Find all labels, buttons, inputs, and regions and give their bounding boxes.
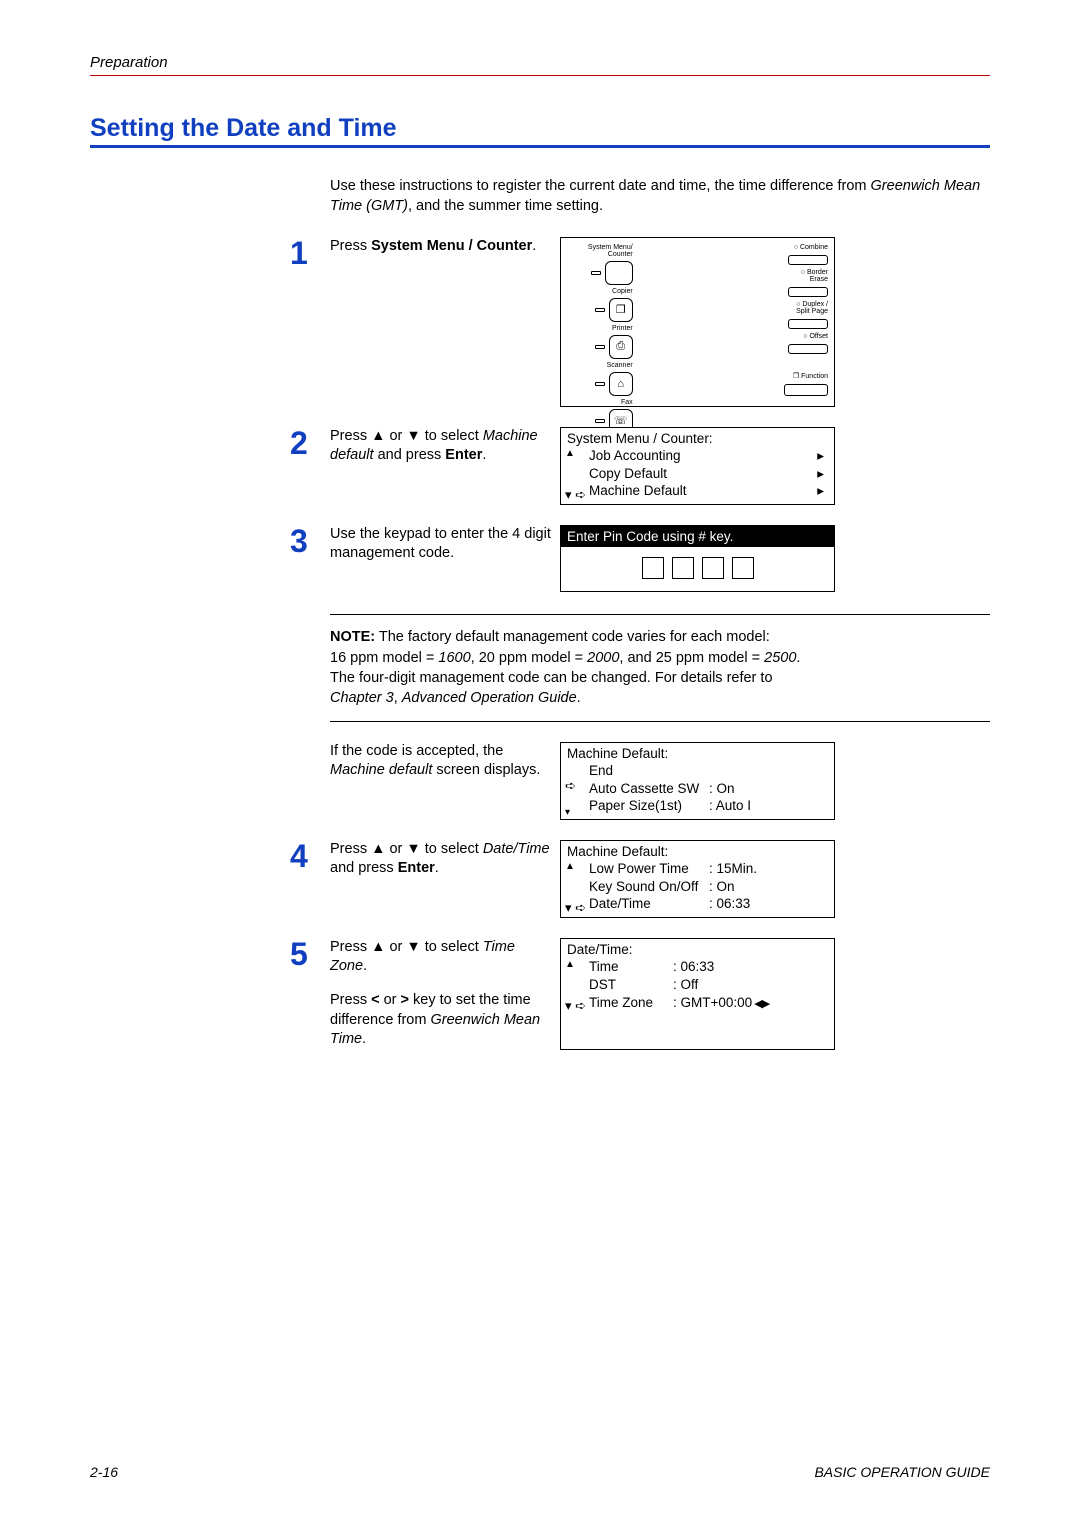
step-number-2: 2: [290, 427, 330, 505]
step-number-4: 4: [290, 840, 330, 918]
scanner-button[interactable]: ⌂: [609, 372, 633, 396]
ctrl-label-duplex: Duplex / Split Page: [796, 301, 828, 315]
menu-item: Low Power Time: [589, 860, 709, 878]
system-menu-button[interactable]: [605, 261, 633, 285]
pin-digit-box: [732, 557, 754, 579]
left-right-arrows-icon: ◀▶: [752, 998, 769, 1010]
step-2-text: Press ▲ or ▼ to select Machine default a…: [330, 427, 560, 505]
pin-digit-box: [642, 557, 664, 579]
down-arrow-icon: ▾: [565, 806, 587, 819]
ctrl-label-scanner: Scanner: [567, 362, 633, 369]
display-title: Machine Default:: [561, 743, 834, 763]
submenu-arrow-icon: ▸: [817, 447, 824, 465]
pin-digit-box: [702, 557, 724, 579]
menu-item: Date/Time: [589, 895, 709, 913]
header-rule: [90, 75, 990, 76]
step-5-text: Press ▲ or ▼ to select Time Zone. Press …: [330, 938, 560, 1050]
submenu-arrow-icon: ▸: [817, 482, 824, 500]
control-panel-illustration: System Menu/ Counter Copier ❐ Printer ⎙ …: [560, 237, 835, 407]
display-machine-default-2: Machine Default: ▲ ▾ ➪ Low Power Time15M…: [560, 840, 835, 918]
note-block: NOTE: The factory default management cod…: [330, 614, 990, 721]
copier-button[interactable]: ❐: [609, 298, 633, 322]
menu-value: Auto I: [709, 797, 751, 815]
up-arrow-icon: ▲: [565, 958, 587, 971]
led-icon: [595, 345, 605, 349]
display-title: Date/Time:: [561, 939, 834, 959]
led-icon: [595, 382, 605, 386]
menu-value: 15Min.: [709, 860, 757, 878]
display-date-time: Date/Time: ▲ ▾ ➪ Time06:33 DSTOff Time Z…: [560, 938, 835, 1050]
ctrl-label-fax: Fax: [567, 399, 633, 406]
ctrl-label-system-menu: System Menu/ Counter: [567, 244, 633, 258]
border-erase-button[interactable]: [788, 287, 828, 297]
display-pin-entry: Enter Pin Code using # key.: [560, 525, 835, 593]
menu-item: End: [589, 762, 613, 780]
menu-value: GMT+00:00 ◀▶: [673, 994, 769, 1012]
menu-value: On: [709, 780, 735, 798]
step-number-5: 5: [290, 938, 330, 1050]
accepted-text: If the code is accepted, the Machine def…: [330, 742, 560, 820]
display-title: Machine Default:: [561, 841, 834, 861]
title-rule: [90, 145, 990, 148]
menu-value: 06:33: [709, 895, 750, 913]
display-system-menu: System Menu / Counter: ▲ ▾ ➪ Job Account…: [560, 427, 835, 505]
menu-item: Paper Size(1st): [589, 797, 709, 815]
step-3-text: Use the keypad to enter the 4 digit mana…: [330, 525, 560, 593]
ctrl-label-function: ❐ Function: [793, 372, 828, 380]
display-title: System Menu / Counter:: [561, 428, 834, 448]
select-arrow-icon: ▾ ➪: [565, 900, 587, 917]
combine-button[interactable]: [788, 255, 828, 265]
select-arrow-icon: ▾ ➪: [565, 998, 587, 1015]
menu-item: DST: [589, 976, 673, 994]
page-title: Setting the Date and Time: [90, 114, 990, 143]
step-number-3: 3: [290, 525, 330, 593]
menu-item: Job Accounting: [589, 447, 681, 465]
menu-value: Off: [673, 976, 698, 994]
ctrl-label-combine: Combine: [794, 244, 828, 251]
select-arrow-icon: ➪: [565, 778, 587, 795]
select-arrow-icon: ▾ ➪: [565, 487, 587, 504]
page-number: 2-16: [90, 1464, 118, 1480]
led-icon: [591, 271, 601, 275]
ctrl-label-printer: Printer: [567, 325, 633, 332]
menu-item: Copy Default: [589, 465, 667, 483]
up-arrow-icon: ▲: [565, 447, 587, 460]
ctrl-label-border: Border Erase: [801, 269, 828, 283]
step-4-text: Press ▲ or ▼ to select Date/Time and pre…: [330, 840, 560, 918]
menu-item: Auto Cassette SW: [589, 780, 709, 798]
led-icon: [595, 419, 605, 423]
step-number-1: 1: [290, 237, 330, 407]
menu-item: Machine Default: [589, 482, 687, 500]
ctrl-label-copier: Copier: [567, 288, 633, 295]
up-arrow-icon: ▲: [565, 860, 587, 873]
function-button[interactable]: [784, 384, 828, 396]
step-1-text: Press System Menu / Counter.: [330, 237, 560, 407]
submenu-arrow-icon: ▸: [817, 465, 824, 483]
menu-item: Time: [589, 958, 673, 976]
menu-item: Time Zone: [589, 994, 673, 1012]
menu-value: 06:33: [673, 958, 714, 976]
page-header-section: Preparation: [90, 54, 990, 71]
offset-button[interactable]: [788, 344, 828, 354]
menu-value: On: [709, 878, 735, 896]
footer-guide-title: BASIC OPERATION GUIDE: [814, 1464, 990, 1480]
duplex-button[interactable]: [788, 319, 828, 329]
menu-item: Key Sound On/Off: [589, 878, 709, 896]
pin-prompt-bar: Enter Pin Code using # key.: [561, 526, 834, 548]
intro-paragraph: Use these instructions to register the c…: [330, 176, 990, 217]
led-icon: [595, 308, 605, 312]
pin-digit-box: [672, 557, 694, 579]
display-machine-default-1: Machine Default: ➪ ▾ End Auto Cassette S…: [560, 742, 835, 820]
ctrl-label-offset: Offset: [803, 333, 828, 340]
printer-button[interactable]: ⎙: [609, 335, 633, 359]
